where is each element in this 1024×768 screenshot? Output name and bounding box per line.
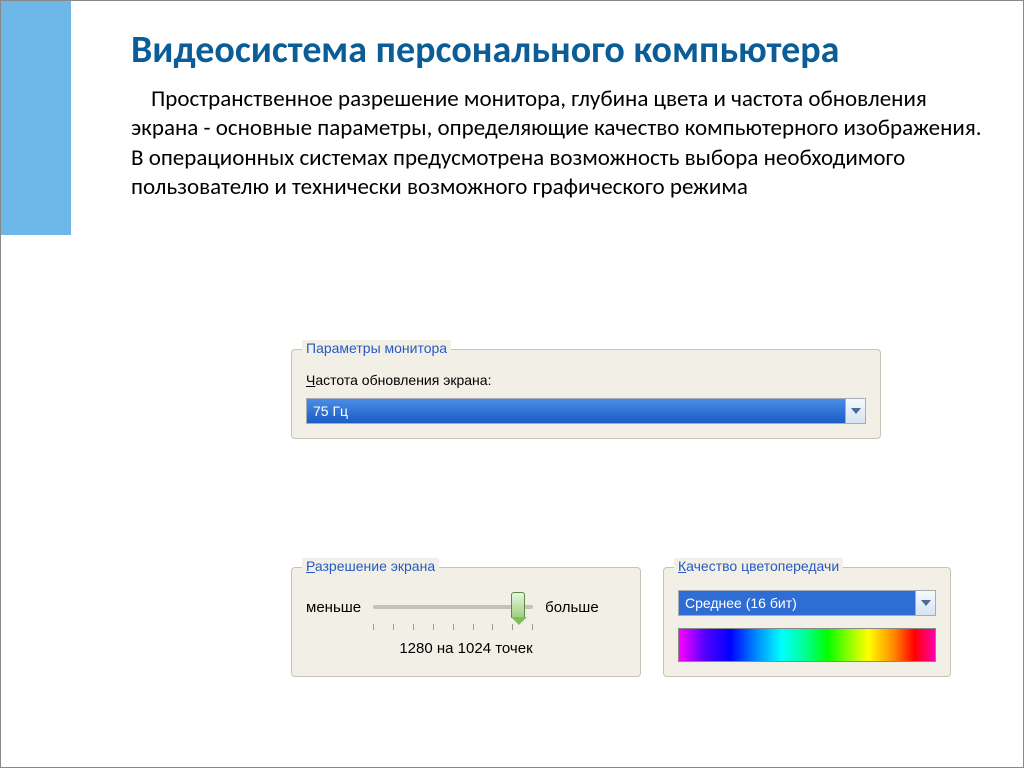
dropdown-arrow-button[interactable] <box>845 399 865 423</box>
groupbox-resolution-legend: Разрешение экрана <box>302 558 439 574</box>
refresh-rate-label: Частота обновления экрана: <box>306 372 866 388</box>
resolution-less-label: меньше <box>306 599 361 616</box>
accent-bar <box>1 1 71 235</box>
resolution-value: 1280 на 1024 точек <box>306 640 626 657</box>
groupbox-monitor-legend: Параметры монитора <box>302 340 451 356</box>
color-spectrum-bar <box>678 628 936 662</box>
slide-content: Видеосистема персонального компьютера Пр… <box>131 31 983 213</box>
slider-ticks <box>373 624 533 630</box>
chevron-down-icon <box>851 408 861 414</box>
slider-groove <box>373 605 533 609</box>
color-quality-value: Среднее (16 бит) <box>679 591 915 615</box>
color-quality-dropdown[interactable]: Среднее (16 бит) <box>678 590 936 616</box>
refresh-rate-value: 75 Гц <box>307 399 845 423</box>
groupbox-color-quality: Качество цветопередачи Среднее (16 бит) <box>663 567 951 677</box>
slider-thumb[interactable] <box>511 592 525 618</box>
chevron-down-icon <box>921 600 931 606</box>
resolution-slider[interactable] <box>373 594 533 620</box>
resolution-more-label: больше <box>545 599 599 616</box>
dropdown-arrow-button[interactable] <box>915 591 935 615</box>
groupbox-resolution: Разрешение экрана меньше больше 1280 на … <box>291 567 641 677</box>
groupbox-monitor-params: Параметры монитора Частота обновления эк… <box>291 349 881 439</box>
refresh-rate-dropdown[interactable]: 75 Гц <box>306 398 866 424</box>
groupbox-quality-legend: Качество цветопередачи <box>674 558 843 574</box>
page-title: Видеосистема персонального компьютера <box>131 31 983 71</box>
intro-paragraph: Пространственное разрешение монитора, гл… <box>131 85 983 203</box>
